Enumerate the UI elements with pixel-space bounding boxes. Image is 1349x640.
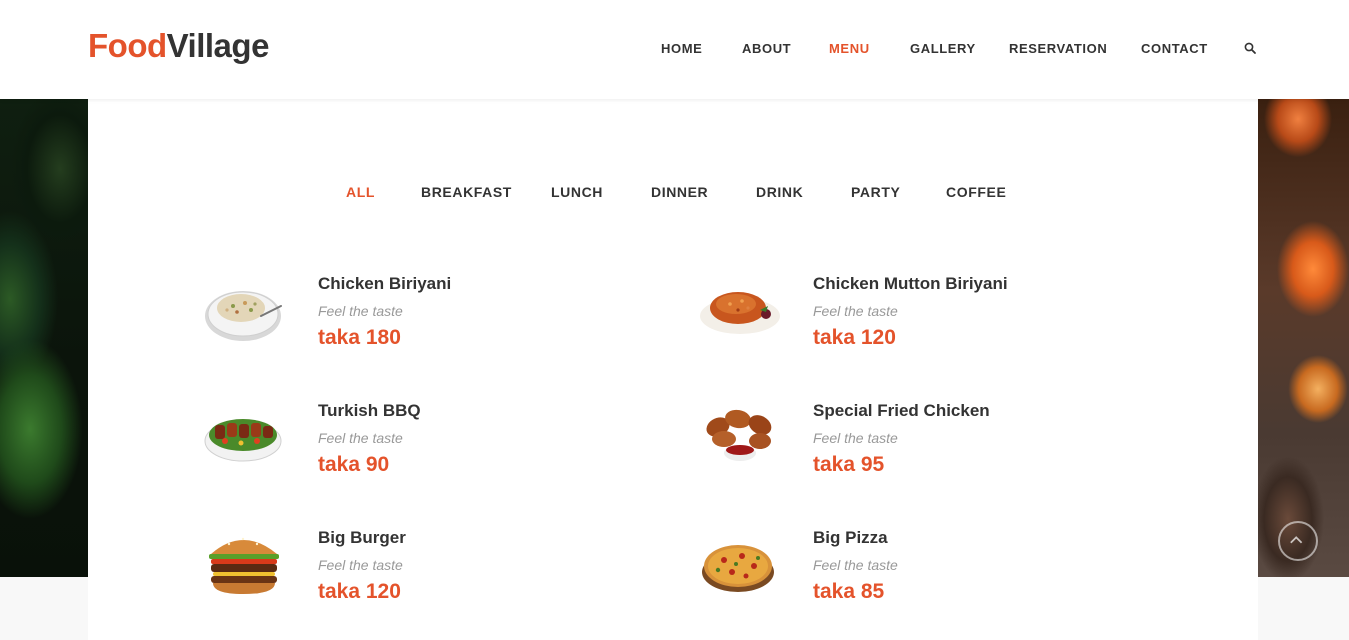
menu-item[interactable]: Chicken Mutton Biriyani Feel the taste t… xyxy=(698,270,1138,360)
filter-breakfast[interactable]: BREAKFAST xyxy=(421,184,512,200)
item-price: taka 95 xyxy=(813,453,885,476)
item-tagline: Feel the taste xyxy=(318,303,403,319)
item-price: taka 120 xyxy=(318,580,401,603)
menu-filter-tabs: ALL BREAKFAST LUNCH DINNER DRINK PARTY C… xyxy=(0,184,1349,202)
nav-contact[interactable]: CONTACT xyxy=(1141,41,1208,56)
item-name: Special Fried Chicken xyxy=(813,401,990,420)
search-icon[interactable] xyxy=(1243,41,1259,57)
filter-dinner[interactable]: DINNER xyxy=(651,184,708,200)
filter-coffee[interactable]: COFFEE xyxy=(946,184,1006,200)
nav-gallery[interactable]: GALLERY xyxy=(910,41,976,56)
fried-chicken-image xyxy=(706,409,772,461)
item-name: Big Burger xyxy=(318,528,406,547)
menu-item[interactable]: Chicken Biriyani Feel the taste taka 180 xyxy=(203,270,643,360)
rice-plate-image xyxy=(205,291,282,341)
filter-all[interactable]: ALL xyxy=(346,184,375,200)
item-tagline: Feel the taste xyxy=(813,430,898,446)
nav-menu[interactable]: MENU xyxy=(829,41,870,56)
filter-party[interactable]: PARTY xyxy=(851,184,900,200)
menu-item[interactable]: Special Fried Chicken Feel the taste tak… xyxy=(698,397,1138,487)
item-tagline: Feel the taste xyxy=(318,557,403,573)
item-name: Big Pizza xyxy=(813,528,888,547)
item-tagline: Feel the taste xyxy=(813,303,898,319)
item-price: taka 85 xyxy=(813,580,885,603)
item-price: taka 120 xyxy=(813,326,896,349)
item-tagline: Feel the taste xyxy=(318,430,403,446)
item-price: taka 180 xyxy=(318,326,401,349)
background-image-left xyxy=(0,99,88,577)
nav-reservation[interactable]: RESERVATION xyxy=(1009,41,1107,56)
item-name: Chicken Mutton Biriyani xyxy=(813,274,1008,293)
filter-lunch[interactable]: LUNCH xyxy=(551,184,603,200)
site-header: FoodVillage HOME ABOUT MENU GALLERY RESE… xyxy=(0,0,1349,99)
item-name: Chicken Biriyani xyxy=(318,274,452,293)
burger-image xyxy=(209,537,279,594)
pizza-image xyxy=(702,545,774,592)
chevron-up-icon xyxy=(1290,536,1303,544)
nav-about[interactable]: ABOUT xyxy=(742,41,791,56)
nav-home[interactable]: HOME xyxy=(661,41,702,56)
filter-drink[interactable]: DRINK xyxy=(756,184,803,200)
menu-item[interactable]: Big Burger Feel the taste taka 120 xyxy=(203,524,643,614)
biriyani-plate-image xyxy=(700,292,780,334)
item-name: Turkish BBQ xyxy=(318,401,421,420)
main-nav: HOME ABOUT MENU GALLERY RESERVATION CONT… xyxy=(0,41,1349,59)
item-price: taka 90 xyxy=(318,453,390,476)
scroll-to-top-button[interactable] xyxy=(1278,521,1318,561)
menu-item[interactable]: Turkish BBQ Feel the taste taka 90 xyxy=(203,397,643,487)
background-image-right xyxy=(1258,99,1349,577)
bbq-plate-image xyxy=(204,419,282,462)
item-tagline: Feel the taste xyxy=(813,557,898,573)
menu-item[interactable]: Big Pizza Feel the taste taka 85 xyxy=(698,524,1138,614)
